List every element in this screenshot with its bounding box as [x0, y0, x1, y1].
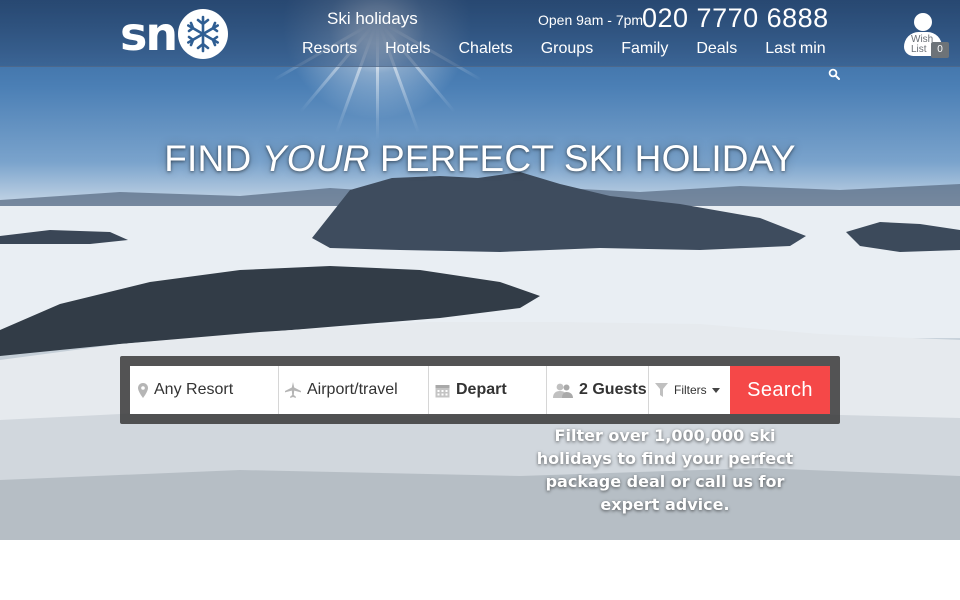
- mountain-ridges: [0, 172, 960, 540]
- nav-link-hotels[interactable]: Hotels: [385, 40, 430, 58]
- phone-number[interactable]: 020 7770 6888: [642, 3, 829, 34]
- funnel-icon: [655, 383, 668, 397]
- nav-link-groups[interactable]: Groups: [541, 40, 593, 58]
- top-navigation: sn Ski holidays Open 9am - 7pm 020 7770 …: [0, 0, 960, 80]
- search-icon[interactable]: [828, 67, 840, 85]
- hero-background: [0, 0, 960, 540]
- airport-field[interactable]: Airport/travel: [279, 366, 429, 414]
- nav-link-family[interactable]: Family: [621, 40, 668, 58]
- wish-list-button[interactable]: Wish List 0: [902, 10, 949, 60]
- nav-link-chalets[interactable]: Chalets: [458, 40, 512, 58]
- depart-field[interactable]: Depart: [429, 366, 547, 414]
- user-icon: [914, 13, 932, 31]
- users-icon: [553, 383, 573, 398]
- snowflake-icon: [178, 9, 229, 59]
- search-button[interactable]: Search: [730, 366, 830, 414]
- hero-headline: FIND YOUR PERFECT SKI HOLIDAY: [164, 138, 796, 179]
- holiday-search-bar: Any Resort Airport/travel Depart 2 Guest…: [120, 356, 840, 424]
- map-marker-icon: [138, 382, 148, 398]
- search-tagline: Filter over 1,000,000 ski holidays to fi…: [536, 426, 794, 514]
- opening-hours: Open 9am - 7pm: [538, 12, 644, 28]
- guests-field[interactable]: 2 Guests: [547, 366, 649, 414]
- main-menu: Resorts Hotels Chalets Groups Family Dea…: [302, 40, 826, 58]
- caret-down-icon: [711, 387, 720, 393]
- nav-subtitle[interactable]: Ski holidays: [327, 9, 418, 29]
- calendar-icon: [435, 383, 450, 398]
- sno-logo[interactable]: sn: [120, 7, 229, 61]
- nav-link-last-min[interactable]: Last min: [765, 40, 825, 58]
- wish-list-count: 0: [931, 42, 949, 58]
- nav-link-resorts[interactable]: Resorts: [302, 40, 357, 58]
- filters-dropdown[interactable]: Filters: [649, 366, 730, 414]
- nav-link-deals[interactable]: Deals: [696, 40, 737, 58]
- plane-icon: [285, 382, 301, 398]
- resort-field[interactable]: Any Resort: [130, 366, 279, 414]
- logo-text: sn: [120, 7, 178, 61]
